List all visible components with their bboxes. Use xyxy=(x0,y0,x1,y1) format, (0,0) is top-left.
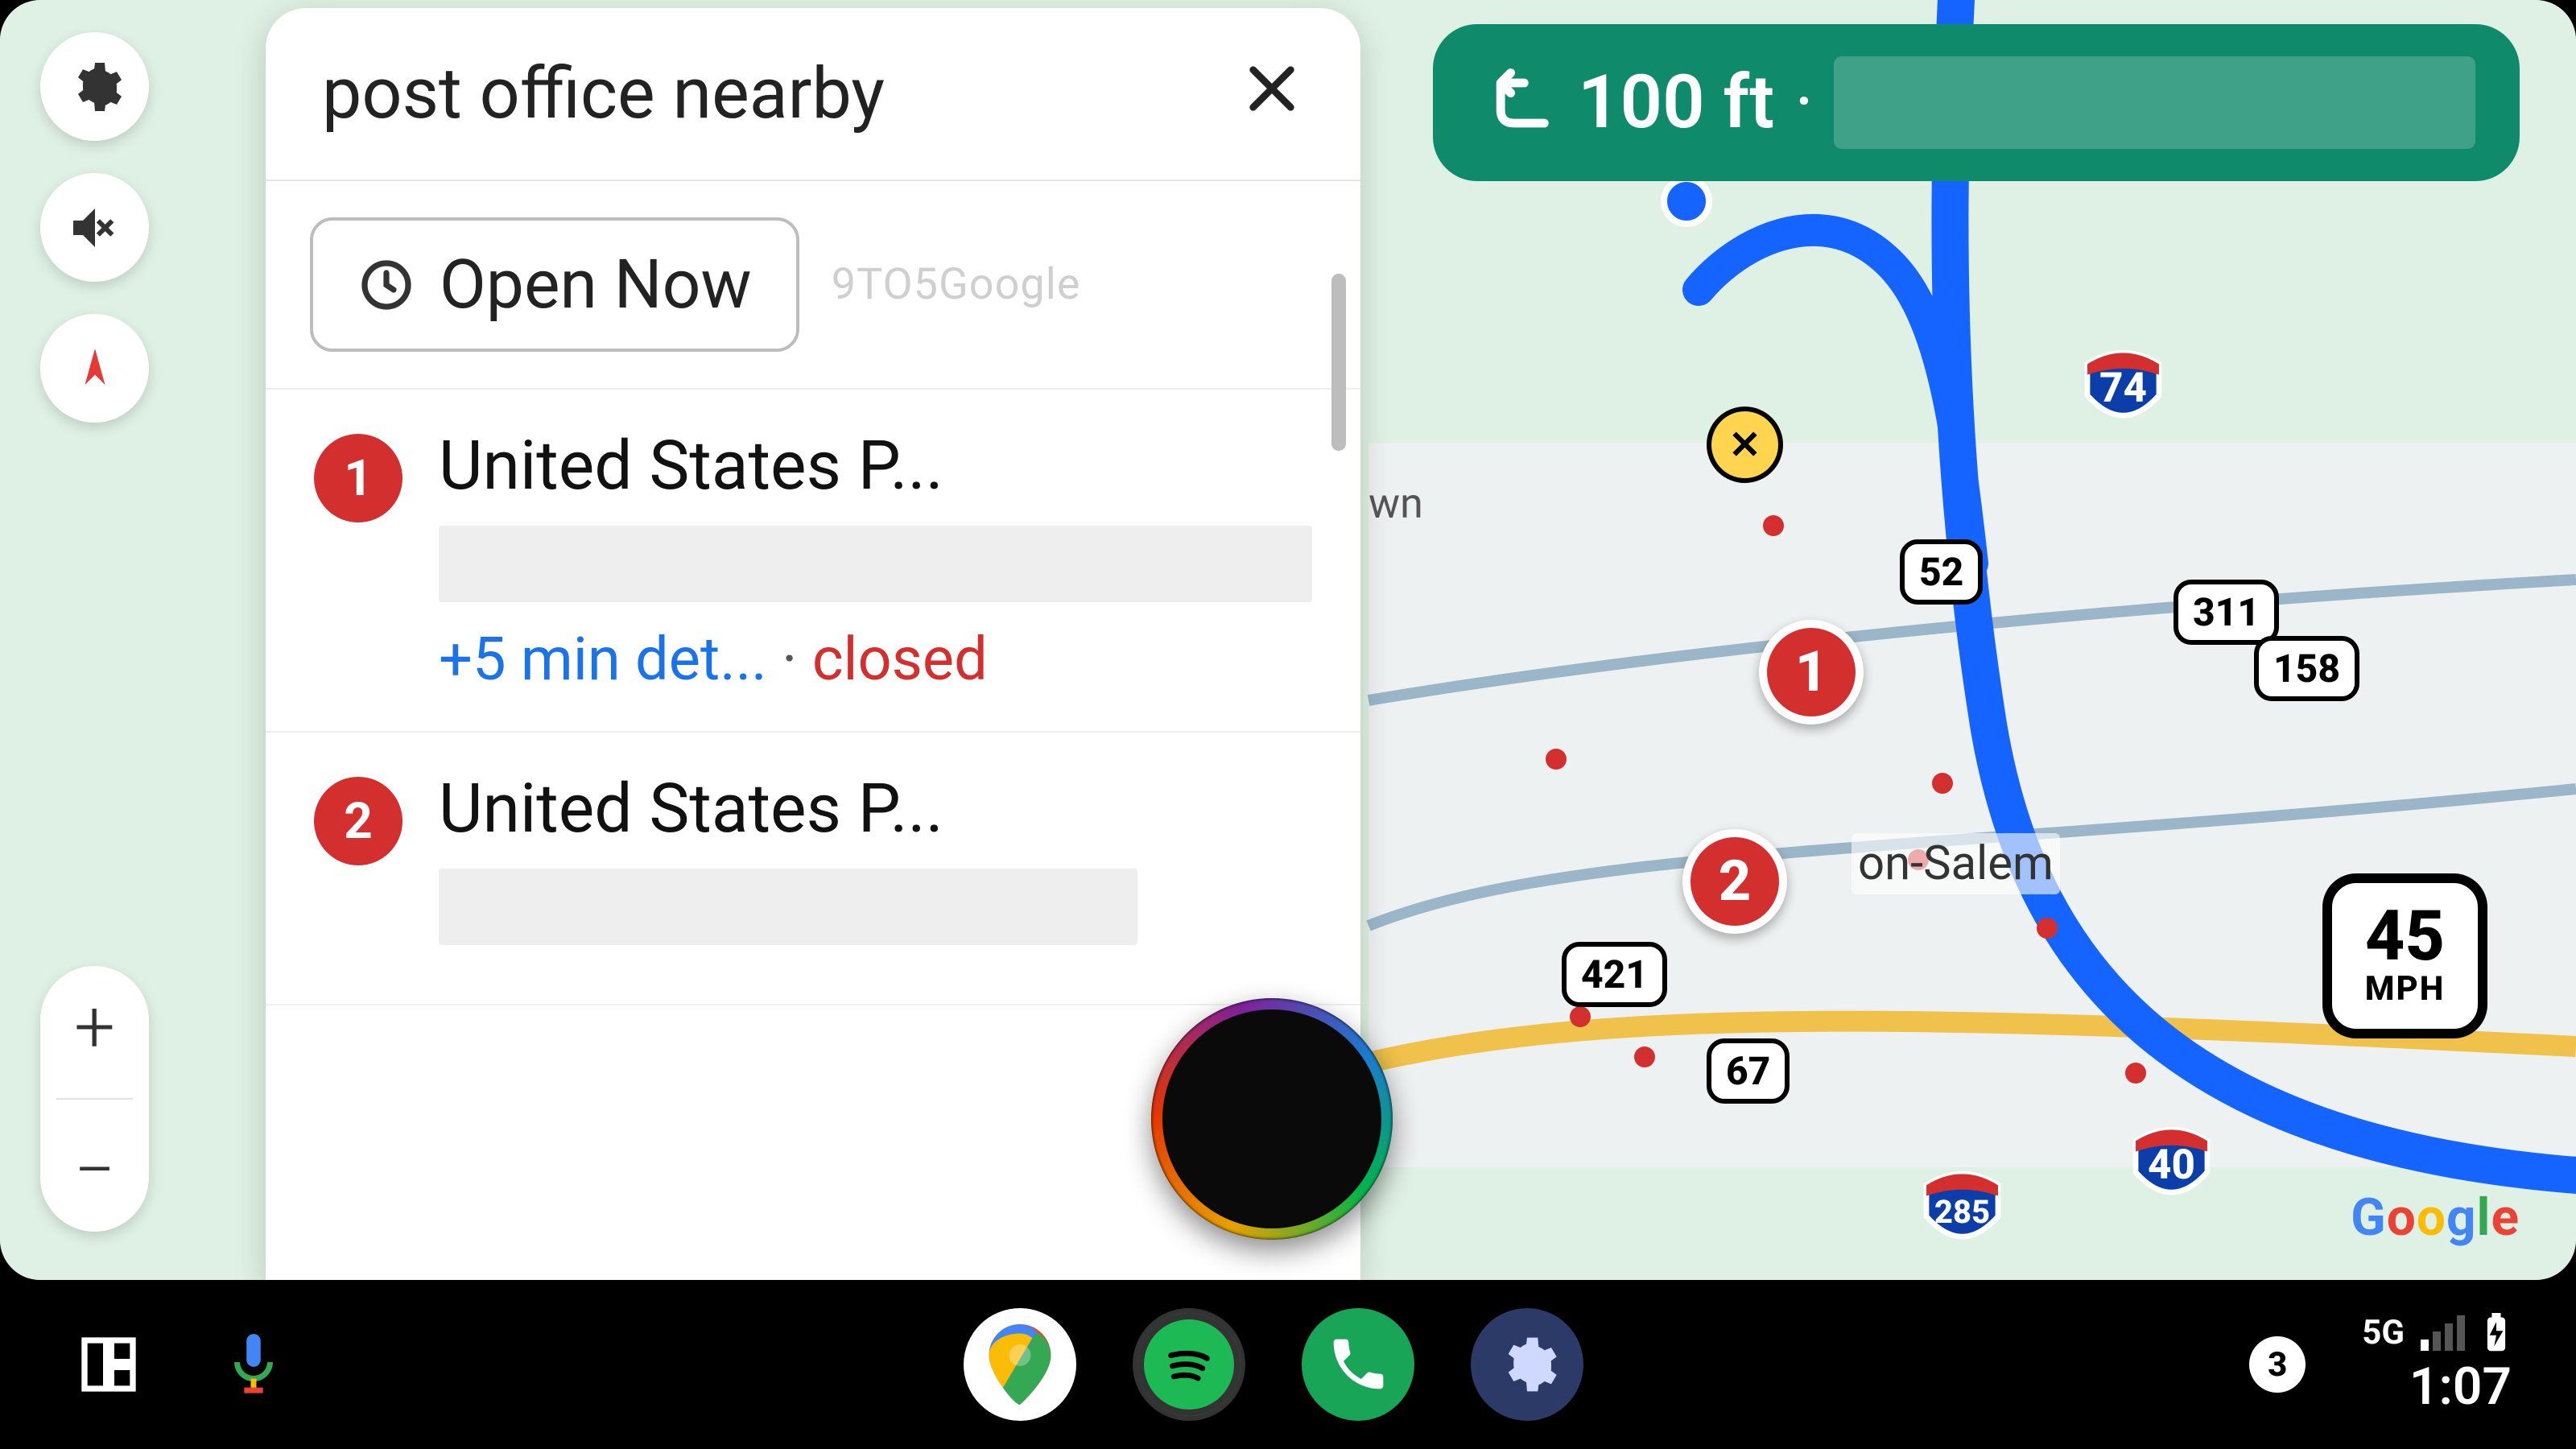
dashboard-button[interactable] xyxy=(64,1320,153,1409)
zoom-out-button[interactable]: − xyxy=(40,1118,149,1223)
mute-button[interactable] xyxy=(40,173,149,282)
svg-text:285: 285 xyxy=(1934,1193,1990,1231)
speaker-muted-icon xyxy=(66,199,124,257)
interstate-74-shield: 74 xyxy=(2077,346,2169,427)
recenter-button[interactable] xyxy=(40,314,149,423)
app-phone[interactable] xyxy=(1302,1308,1414,1421)
compass-arrow-icon xyxy=(71,345,119,393)
hazard-icon: ✕ xyxy=(1707,407,1783,483)
signal-icon xyxy=(2421,1315,2465,1351)
clear-search-button[interactable] xyxy=(1240,56,1304,131)
open-now-label: Open Now xyxy=(440,245,752,324)
result-index-badge: 1 xyxy=(314,434,402,522)
nav-street-redacted xyxy=(1834,56,2475,149)
nav-separator: · xyxy=(1794,60,1814,146)
search-row: post office nearby xyxy=(266,8,1360,181)
route-421-shield: 421 xyxy=(1562,942,1667,1007)
result-title: United States P... xyxy=(439,769,1312,848)
result-item[interactable]: 2 United States P... xyxy=(266,733,1360,1005)
left-controls xyxy=(40,32,149,423)
zoom-in-button[interactable]: + xyxy=(40,975,149,1080)
gear-icon xyxy=(1495,1332,1559,1397)
result-address-redacted xyxy=(439,526,1312,602)
route-67-shield: 67 xyxy=(1707,1038,1790,1104)
map-screen: ✕ 1 2 on-Salem wn 74 40 285 52 311 158 4… xyxy=(0,0,2576,1280)
turn-left-icon xyxy=(1477,63,1558,143)
svg-text:40: 40 xyxy=(2148,1141,2195,1189)
map-result-pin-2[interactable]: 2 xyxy=(1682,829,1787,934)
spotify-icon xyxy=(1153,1328,1225,1401)
clock-icon xyxy=(357,256,415,314)
clock: 1:07 xyxy=(2409,1356,2512,1417)
assistant-orb[interactable] xyxy=(1151,998,1393,1240)
speed-limit-value: 45 xyxy=(2365,903,2445,969)
speed-limit-sign: 45 MPH xyxy=(2322,873,2487,1038)
app-spotify[interactable] xyxy=(1133,1308,1245,1421)
result-address-redacted xyxy=(439,869,1137,945)
app-google-maps[interactable] xyxy=(964,1308,1076,1421)
result-index-badge: 2 xyxy=(314,777,402,865)
result-item[interactable]: 1 United States P... +5 min det... · clo… xyxy=(266,390,1360,733)
battery-charging-icon xyxy=(2481,1313,2512,1353)
results-list[interactable]: 1 United States P... +5 min det... · clo… xyxy=(266,390,1360,1005)
traffic-dot xyxy=(1570,1006,1591,1027)
result-meta: +5 min det... · closed xyxy=(439,625,1312,695)
zoom-controls: + − xyxy=(40,966,149,1232)
result-status: closed xyxy=(812,625,988,695)
navigation-banner[interactable]: 100 ft · xyxy=(1433,24,2520,181)
result-detour: +5 min det... xyxy=(439,625,767,695)
speed-limit-unit: MPH xyxy=(2365,969,2446,1009)
interstate-285-shield: 285 xyxy=(1916,1167,2008,1248)
dashboard-icon xyxy=(76,1332,141,1397)
traffic-dot xyxy=(1634,1046,1655,1067)
nav-distance: 100 ft xyxy=(1578,60,1774,146)
traffic-dot xyxy=(2125,1063,2146,1084)
filter-row: Open Now 9TO5Google xyxy=(266,181,1360,390)
zoom-divider xyxy=(56,1098,133,1100)
phone-icon xyxy=(1326,1332,1390,1397)
open-now-chip[interactable]: Open Now xyxy=(310,217,799,352)
status-area: 5G 1:07 xyxy=(2362,1313,2512,1417)
google-attribution: Google xyxy=(2351,1187,2520,1248)
traffic-dot xyxy=(1546,749,1567,770)
map-result-pin-1[interactable]: 1 xyxy=(1759,620,1864,724)
maps-pin-icon xyxy=(988,1324,1052,1405)
interstate-40-shield: 40 xyxy=(2125,1123,2218,1203)
app-settings[interactable] xyxy=(1471,1308,1583,1421)
panel-scrollbar[interactable] xyxy=(1331,274,1346,451)
bottom-dock: 3 5G 1:07 xyxy=(0,1280,2576,1449)
traffic-dot xyxy=(1763,515,1784,536)
traffic-dot xyxy=(2037,918,2058,939)
result-dot: · xyxy=(767,625,812,695)
svg-text:74: 74 xyxy=(2099,365,2147,412)
mic-icon xyxy=(225,1328,282,1401)
settings-button[interactable] xyxy=(40,32,149,141)
watermark-text: 9TO5Google xyxy=(832,259,1081,310)
close-icon xyxy=(1240,56,1304,121)
route-52-shield: 52 xyxy=(1900,539,1983,605)
result-title: United States P... xyxy=(439,426,1312,506)
notification-count[interactable]: 3 xyxy=(2249,1336,2306,1393)
gear-icon xyxy=(66,58,124,116)
city-label: on-Salem xyxy=(1852,833,2060,894)
network-label: 5G xyxy=(2362,1313,2405,1352)
search-query[interactable]: post office nearby xyxy=(322,52,885,135)
route-311-shield: 311 xyxy=(2174,580,2279,645)
route-158-shield: 158 xyxy=(2254,636,2359,701)
traffic-dot xyxy=(1932,773,1953,794)
town-label-fragment: wn xyxy=(1368,479,1423,528)
mic-button[interactable] xyxy=(209,1320,298,1409)
